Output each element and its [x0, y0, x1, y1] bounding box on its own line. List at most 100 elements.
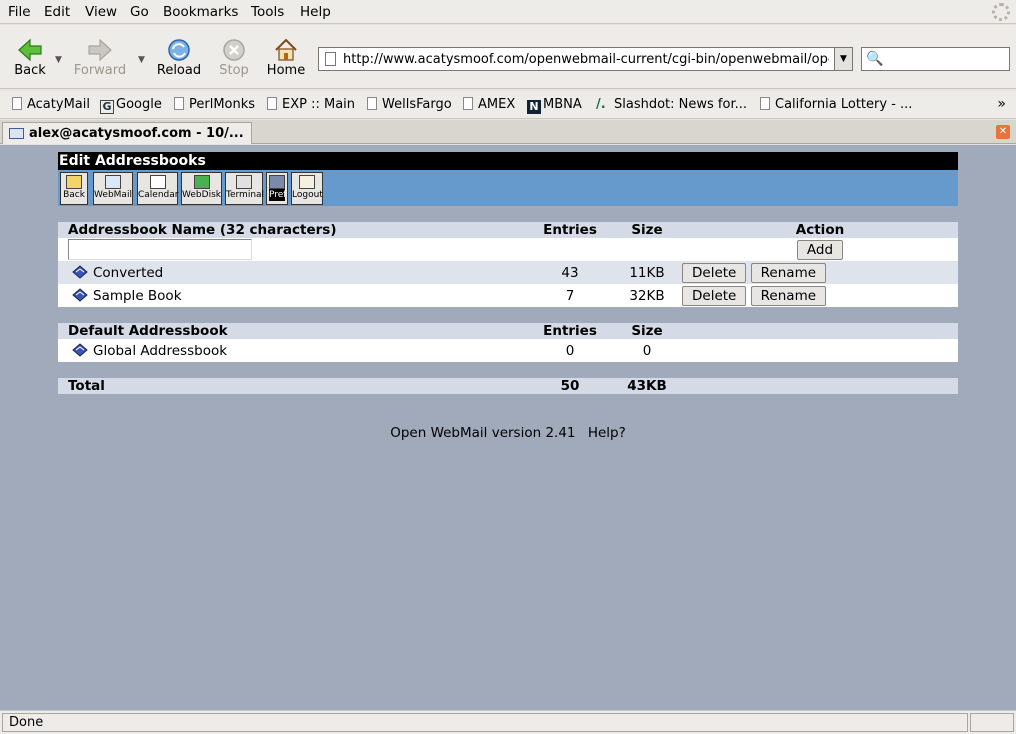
back-dropdown-icon[interactable]: ▼ — [55, 55, 62, 65]
bookmark-mbna[interactable]: N MBNA — [527, 97, 582, 114]
toolbar-webmail-button[interactable]: WebMail — [93, 172, 133, 205]
addressbook-name[interactable]: Sample Book — [93, 288, 182, 304]
reload-icon — [168, 39, 190, 61]
menubar: File Edit View Go Bookmarks Tools Help — [0, 0, 1016, 24]
forward-arrow-icon — [88, 38, 112, 62]
bookmark-page-icon — [760, 97, 770, 110]
page-footer: Open WebMail version 2.41 Help? — [0, 425, 1016, 441]
addressbook-icon — [72, 264, 88, 279]
forward-dropdown-icon[interactable]: ▼ — [138, 55, 145, 65]
status-bar: Done — [0, 710, 1016, 734]
rename-button[interactable]: Rename — [750, 285, 827, 306]
bookmark-page-icon — [367, 97, 377, 110]
menu-edit[interactable]: Edit — [44, 4, 70, 20]
table-row: Sample Book 7 32KB Delete Rename — [58, 284, 958, 307]
page-content: Edit Addressbooks Back WebMail Calendar … — [0, 145, 1016, 710]
stop-button[interactable]: Stop — [204, 33, 264, 85]
menu-bookmarks[interactable]: Bookmarks — [163, 4, 238, 20]
total-table: Total 50 43KB — [58, 378, 958, 394]
addressbooks-table: Addressbook Name (32 characters) Entries… — [58, 222, 958, 307]
search-engine-icon[interactable]: 🔍 — [866, 51, 883, 67]
total-row: Total 50 43KB — [58, 378, 958, 394]
url-bar[interactable]: ▼ — [318, 47, 853, 71]
preferences-icon — [269, 175, 285, 189]
stop-label: Stop — [219, 63, 249, 78]
add-button[interactable]: Add — [796, 239, 844, 260]
delete-button[interactable]: Delete — [682, 262, 747, 283]
menu-go[interactable]: Go — [130, 4, 149, 20]
tab-strip: alex@acatysmoof.com - 10/... ✕ — [0, 120, 1016, 144]
bookmark-california-lottery[interactable]: California Lottery - ... — [760, 97, 912, 112]
forward-button[interactable]: Forward — [70, 33, 130, 85]
back-arrow-icon — [18, 38, 42, 62]
toolbar-webdisk-button[interactable]: WebDisk — [181, 172, 222, 205]
webdisk-icon — [193, 175, 210, 189]
menu-view[interactable]: View — [85, 4, 117, 20]
back-label: Back — [14, 63, 46, 78]
table-row: Converted 43 11KB Delete Rename — [58, 261, 958, 284]
bookmark-page-icon — [174, 97, 184, 110]
slashdot-icon: /. — [596, 97, 606, 112]
close-tab-icon[interactable]: ✕ — [996, 125, 1010, 139]
addressbook-icon — [72, 287, 88, 302]
home-label: Home — [266, 63, 306, 78]
reload-label: Reload — [156, 63, 202, 78]
back-button[interactable]: Back — [0, 33, 60, 85]
url-history-dropdown-icon[interactable]: ▼ — [834, 48, 852, 70]
menu-help[interactable]: Help — [300, 4, 331, 20]
menu-tools[interactable]: Tools — [251, 4, 284, 20]
toolbar-logout-button[interactable]: Logout — [291, 172, 323, 205]
bookmark-perlmonks[interactable]: PerlMonks — [174, 97, 255, 112]
status-pane — [970, 713, 1014, 732]
page-title: Edit Addressbooks — [58, 152, 958, 170]
addressbook-icon — [72, 342, 88, 357]
webmail-icon — [105, 175, 121, 189]
bookmarks-toolbar: AcatyMail G Google PerlMonks EXP :: Main … — [0, 91, 1016, 119]
bookmark-exp-main[interactable]: EXP :: Main — [267, 97, 355, 112]
addressbook-name-input[interactable] — [68, 239, 252, 260]
toolbar-calendar-button[interactable]: Calendar — [137, 172, 178, 205]
bookmark-amex[interactable]: AMEX — [463, 97, 515, 112]
webmail-toolbar: Back WebMail Calendar WebDisk Terminal P… — [58, 170, 958, 206]
tab-title: alex@acatysmoof.com - 10/... — [29, 126, 244, 141]
bookmark-page-icon — [267, 97, 277, 110]
home-icon — [275, 38, 297, 61]
default-addressbook-table: Default Addressbook Entries Size Global … — [58, 323, 958, 362]
mbna-icon: N — [527, 100, 541, 114]
tab-mail[interactable]: alex@acatysmoof.com - 10/... — [2, 122, 252, 144]
new-addressbook-row: Add — [58, 238, 958, 261]
table-row: Global Addressbook 0 0 — [58, 339, 958, 362]
help-link[interactable]: Help? — [588, 425, 626, 441]
toolbar-terminal-button[interactable]: Terminal — [225, 172, 264, 205]
toolbar-back-button[interactable]: Back — [60, 172, 88, 205]
mail-favicon-icon — [9, 128, 24, 139]
version-text: Open WebMail version 2.41 — [390, 425, 576, 441]
bookmark-page-icon — [463, 97, 473, 110]
bookmark-acatymail[interactable]: AcatyMail — [12, 97, 90, 112]
forward-label: Forward — [73, 63, 127, 78]
logout-icon — [299, 175, 315, 189]
toolbar-pref-button[interactable]: Pref — [266, 172, 288, 205]
status-text: Done — [2, 713, 968, 732]
stop-icon — [223, 39, 245, 61]
bookmark-google[interactable]: G Google — [100, 97, 162, 114]
calendar-icon — [149, 175, 166, 189]
table-header: Addressbook Name (32 characters) Entries… — [58, 222, 958, 238]
delete-button[interactable]: Delete — [682, 285, 747, 306]
folder-up-icon — [66, 175, 82, 189]
home-button[interactable]: Home — [256, 33, 316, 85]
rename-button[interactable]: Rename — [750, 262, 827, 283]
bookmarks-overflow-chevron-icon[interactable]: » — [997, 96, 1006, 112]
addressbook-name[interactable]: Global Addressbook — [93, 343, 227, 359]
throbber-icon — [992, 3, 1010, 21]
addressbook-name[interactable]: Converted — [93, 265, 163, 281]
menu-file[interactable]: File — [8, 4, 31, 20]
reload-button[interactable]: Reload — [149, 33, 209, 85]
bookmark-slashdot[interactable]: /. Slashdot: News for... — [596, 97, 747, 112]
url-input[interactable] — [343, 50, 829, 68]
search-box[interactable]: 🔍 — [861, 47, 1010, 71]
table-header: Default Addressbook Entries Size — [58, 323, 958, 339]
bookmark-wellsfargo[interactable]: WellsFargo — [367, 97, 452, 112]
bookmark-page-icon — [12, 97, 22, 110]
page-icon — [325, 52, 336, 66]
